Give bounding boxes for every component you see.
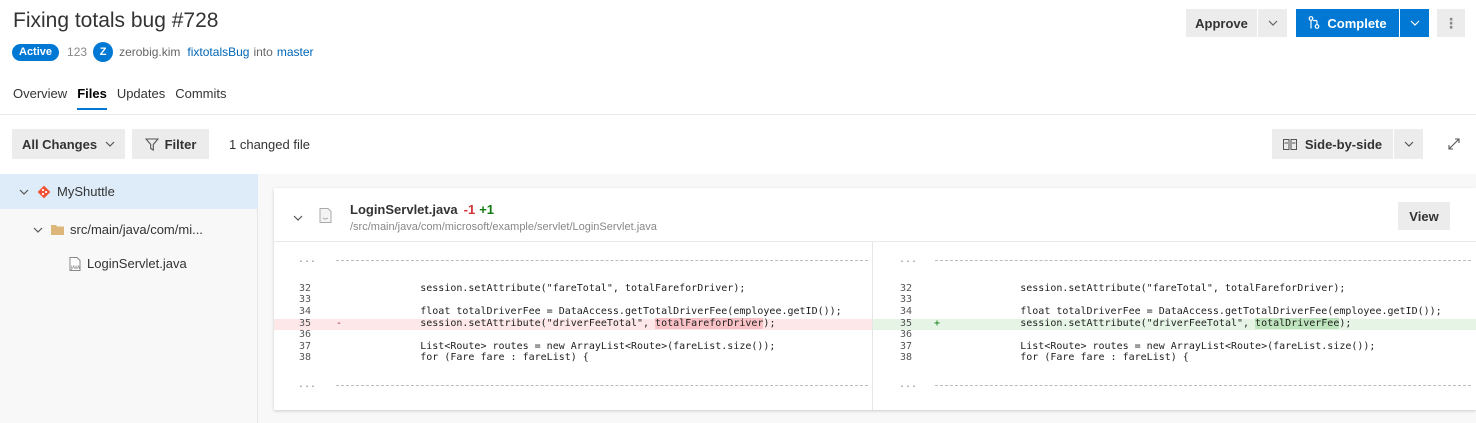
line-number: 34 (900, 306, 913, 317)
pr-tabs: Overview Files Updates Commits (13, 86, 237, 110)
line-number: 36 (900, 329, 913, 340)
added-token: totalDriverFee (1255, 318, 1340, 329)
line-number: 37 (900, 341, 913, 352)
filter-label: Filter (164, 136, 197, 152)
diff-sign: + (934, 318, 941, 329)
code-tail: ); (763, 318, 776, 329)
target-branch-link[interactable]: master (277, 45, 314, 59)
chevron-down-icon (105, 141, 115, 147)
code-text: session.setAttribute("driverFeeTotal", (348, 318, 656, 329)
view-mode-dropdown-button[interactable] (1394, 129, 1423, 159)
side-by-side-button[interactable]: Side-by-side (1272, 129, 1393, 159)
filter-icon (144, 137, 159, 151)
tree-item-file[interactable]: JAVA LoginServlet.java (0, 246, 258, 281)
git-repo-icon (37, 185, 51, 198)
tab-updates[interactable]: Updates (117, 86, 165, 110)
complete-dropdown-button[interactable] (1400, 9, 1429, 37)
code-line: float totalDriverFee = DataAccess.getTot… (348, 306, 842, 317)
chevron-down-icon (1404, 141, 1413, 147)
all-changes-label: All Changes (21, 136, 98, 152)
skip-marker[interactable]: ... (298, 379, 316, 390)
changed-files-count: 1 changed file (229, 137, 310, 152)
line-number: 37 (299, 341, 312, 352)
status-badge: Active (12, 43, 60, 61)
code-line: List<Route> routes = new ArrayList<Route… (348, 341, 776, 352)
fullscreen-button[interactable] (1444, 134, 1464, 154)
code-line: for (Fare fare : fareList) { (948, 352, 1189, 363)
skip-divider (336, 260, 868, 261)
skip-marker[interactable]: ... (899, 379, 917, 390)
pr-meta: Active 123 Z zerobig.kim fixtotalsBug in… (12, 42, 314, 62)
line-number: 33 (299, 294, 312, 305)
pull-request-icon (1308, 16, 1320, 29)
tree-item-folder[interactable]: src/main/java/com/mi... (0, 212, 258, 247)
chevron-down-icon (1268, 20, 1277, 26)
approve-dropdown-button[interactable] (1258, 9, 1287, 37)
source-branch-link[interactable]: fixtotalsBug (187, 45, 249, 59)
filter-button[interactable]: Filter (132, 129, 209, 159)
tab-commits[interactable]: Commits (175, 86, 226, 110)
code-text: session.setAttribute("driverFeeTotal", (948, 318, 1256, 329)
tab-overview[interactable]: Overview (13, 86, 67, 110)
into-label: into (253, 45, 273, 59)
code-line: session.setAttribute("fareTotal", totalF… (948, 283, 1346, 294)
line-number: 35 (900, 318, 913, 329)
pr-id: 123 (67, 45, 88, 59)
skip-divider (336, 385, 868, 386)
avatar[interactable]: Z (93, 42, 114, 62)
svg-text:JAVA: JAVA (70, 265, 80, 270)
tab-files[interactable]: Files (77, 86, 107, 110)
side-by-side-icon (1282, 138, 1297, 150)
line-number: 32 (900, 283, 913, 294)
diff-sign: - (336, 318, 343, 329)
approve-button[interactable]: Approve (1186, 9, 1257, 37)
code-tail: ); (1339, 318, 1352, 329)
folder-icon (51, 225, 64, 235)
file-name: LoginServlet.java (87, 256, 187, 271)
more-actions-button[interactable]: ⋮ (1437, 9, 1465, 37)
line-number: 38 (299, 352, 312, 363)
skip-divider (935, 385, 1471, 386)
chevron-down-icon (33, 227, 43, 233)
complete-button[interactable]: Complete (1296, 9, 1399, 37)
expand-icon (1448, 138, 1460, 150)
diff-card: LoginServlet.java -1 +1 /src/main/java/com… (274, 188, 1476, 410)
skip-marker[interactable]: ... (899, 254, 917, 265)
tree-item-repo[interactable]: MyShuttle (0, 174, 258, 209)
code-line: List<Route> routes = new ArrayList<Route… (948, 341, 1376, 352)
complete-label: Complete (1327, 15, 1387, 31)
line-number: 36 (299, 329, 312, 340)
line-number: 34 (299, 306, 312, 317)
side-by-side-label: Side-by-side (1304, 136, 1383, 152)
code-line: for (Fare fare : fareList) { (348, 352, 589, 363)
repo-name: MyShuttle (57, 184, 115, 199)
code-line: float totalDriverFee = DataAccess.getTot… (948, 306, 1442, 317)
file-tree: MyShuttle src/main/java/com/mi... JAVA L… (0, 174, 258, 423)
chevron-down-icon (1410, 20, 1419, 26)
line-number: 32 (299, 283, 312, 294)
chevron-down-icon (19, 189, 29, 195)
diff-left-pane: ... 32 session.setAttribute("fareTotal",… (274, 188, 872, 410)
code-line-added: session.setAttribute("driverFeeTotal", t… (948, 318, 1352, 329)
folder-name: src/main/java/com/mi... (70, 222, 203, 237)
skip-divider (935, 260, 1471, 261)
diff-right-pane: ... 32 session.setAttribute("fareTotal",… (873, 188, 1476, 410)
java-file-icon: JAVA (69, 256, 81, 271)
code-line-deleted: session.setAttribute("driverFeeTotal", t… (348, 318, 776, 329)
header-divider (0, 114, 1476, 115)
skip-marker[interactable]: ... (298, 254, 316, 265)
line-number: 38 (900, 352, 913, 363)
code-line: session.setAttribute("fareTotal", totalF… (348, 283, 746, 294)
all-changes-dropdown[interactable]: All Changes (12, 129, 125, 159)
line-number: 33 (900, 294, 913, 305)
author-name[interactable]: zerobig.kim (119, 45, 180, 59)
line-number: 35 (299, 318, 312, 329)
page-title: Fixing totals bug #728 (13, 9, 219, 32)
deleted-token: totalFareforDriver (655, 318, 764, 329)
